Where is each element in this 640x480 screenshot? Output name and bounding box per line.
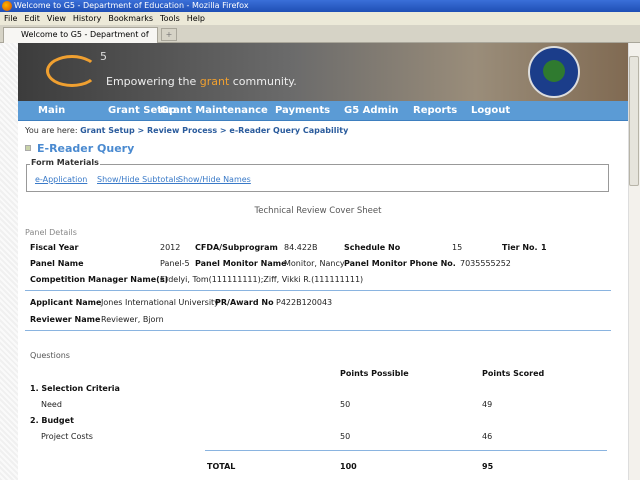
- label: Tier No.: [502, 243, 538, 252]
- value: Panel-5: [160, 259, 190, 268]
- points-scored: 49: [482, 400, 493, 409]
- total-scored: 95: [482, 462, 494, 471]
- nav-reports[interactable]: Reports: [413, 105, 457, 116]
- value: 7035555252: [460, 259, 511, 268]
- value: P422B120043: [276, 298, 333, 307]
- menu-help[interactable]: Help: [187, 14, 205, 23]
- show-hide-subtotals-link[interactable]: Show/Hide Subtotals: [97, 175, 180, 184]
- nav-g5-admin[interactable]: G5 Admin: [344, 105, 399, 116]
- firefox-icon: [2, 1, 12, 11]
- logo-5: 5: [100, 50, 107, 63]
- label: Panel Monitor Phone No.: [344, 259, 456, 268]
- expand-icon[interactable]: [25, 145, 31, 151]
- g5-logo: [46, 55, 98, 87]
- menu-file[interactable]: File: [4, 14, 17, 23]
- department-seal-icon: [528, 46, 580, 98]
- new-tab-button[interactable]: +: [161, 28, 177, 41]
- question-label: 1. Selection Criteria: [30, 384, 120, 393]
- label: Reviewer Name: [30, 315, 101, 324]
- label: Fiscal Year: [30, 243, 79, 252]
- menu-bookmarks[interactable]: Bookmarks: [108, 14, 153, 23]
- cover-sheet-title: Technical Review Cover Sheet: [254, 206, 382, 216]
- window-title-bar: Welcome to G5 - Department of Education …: [0, 0, 640, 12]
- value: 15: [452, 243, 463, 252]
- menu-history[interactable]: History: [73, 14, 101, 23]
- nav-logout[interactable]: Logout: [471, 105, 510, 116]
- points-possible: 50: [340, 400, 351, 409]
- nav-main[interactable]: Main: [38, 105, 65, 116]
- label: CFDA/Subprogram: [195, 243, 278, 252]
- label: Schedule No: [344, 243, 401, 252]
- question-label: 2. Budget: [30, 416, 74, 425]
- label: Panel Monitor Name: [195, 259, 287, 268]
- total-label: TOTAL: [207, 462, 236, 471]
- total-possible: 100: [340, 462, 357, 471]
- scrollbar-thumb[interactable]: [629, 56, 639, 186]
- value: Erdelyi, Tom(111111111);Ziff, Vikki R.(1…: [160, 275, 364, 284]
- label: PR/Award No: [215, 298, 274, 307]
- divider: [205, 450, 607, 451]
- nav-grant-maintenance[interactable]: Grant Maintenance: [160, 105, 268, 116]
- panel-details-title: Panel Details: [25, 228, 77, 237]
- value: Reviewer, Bjorn: [101, 315, 164, 324]
- banner: 5 Empowering the grant community.: [18, 43, 628, 101]
- value: Monitor, Nancy: [284, 259, 345, 268]
- main-nav: Main Grant Setup Grant Maintenance Payme…: [18, 101, 628, 121]
- e-application-link[interactable]: e-Application: [35, 175, 87, 184]
- points-possible: 50: [340, 432, 351, 441]
- questions-title: Questions: [30, 351, 70, 360]
- show-hide-names-link[interactable]: Show/Hide Names: [178, 175, 251, 184]
- page-title: E-Reader Query: [37, 142, 135, 155]
- question-label: Need: [41, 400, 62, 409]
- tab-active[interactable]: Welcome to G5 - Department of Edu...: [3, 27, 158, 53]
- menu-bar: File Edit View History Bookmarks Tools Help: [0, 12, 640, 25]
- label: Applicant Name: [30, 298, 102, 307]
- label: Competition Manager Name(s): [30, 275, 169, 284]
- window-title: Welcome to G5 - Department of Education …: [14, 1, 249, 10]
- divider: [25, 330, 611, 331]
- column-header: Points Scored: [482, 369, 545, 378]
- label: Panel Name: [30, 259, 84, 268]
- column-header: Points Possible: [340, 369, 409, 378]
- value: 1: [541, 243, 547, 252]
- value: 2012: [160, 243, 181, 252]
- menu-edit[interactable]: Edit: [24, 14, 40, 23]
- page-background: [0, 43, 18, 480]
- form-materials-legend: Form Materials: [30, 158, 100, 167]
- points-scored: 46: [482, 432, 493, 441]
- tab-bar: Welcome to G5 - Department of Edu... +: [0, 25, 640, 53]
- divider: [25, 290, 611, 291]
- menu-tools[interactable]: Tools: [160, 14, 180, 23]
- nav-payments[interactable]: Payments: [275, 105, 330, 116]
- question-label: Project Costs: [41, 432, 93, 441]
- breadcrumb: You are here: Grant Setup > Review Proce…: [25, 126, 349, 135]
- menu-view[interactable]: View: [47, 14, 66, 23]
- value: Jones International University: [101, 298, 219, 307]
- tagline: Empowering the grant community.: [106, 75, 297, 88]
- value: 84.422B: [284, 243, 318, 252]
- main-content: You are here: Grant Setup > Review Proce…: [18, 121, 628, 480]
